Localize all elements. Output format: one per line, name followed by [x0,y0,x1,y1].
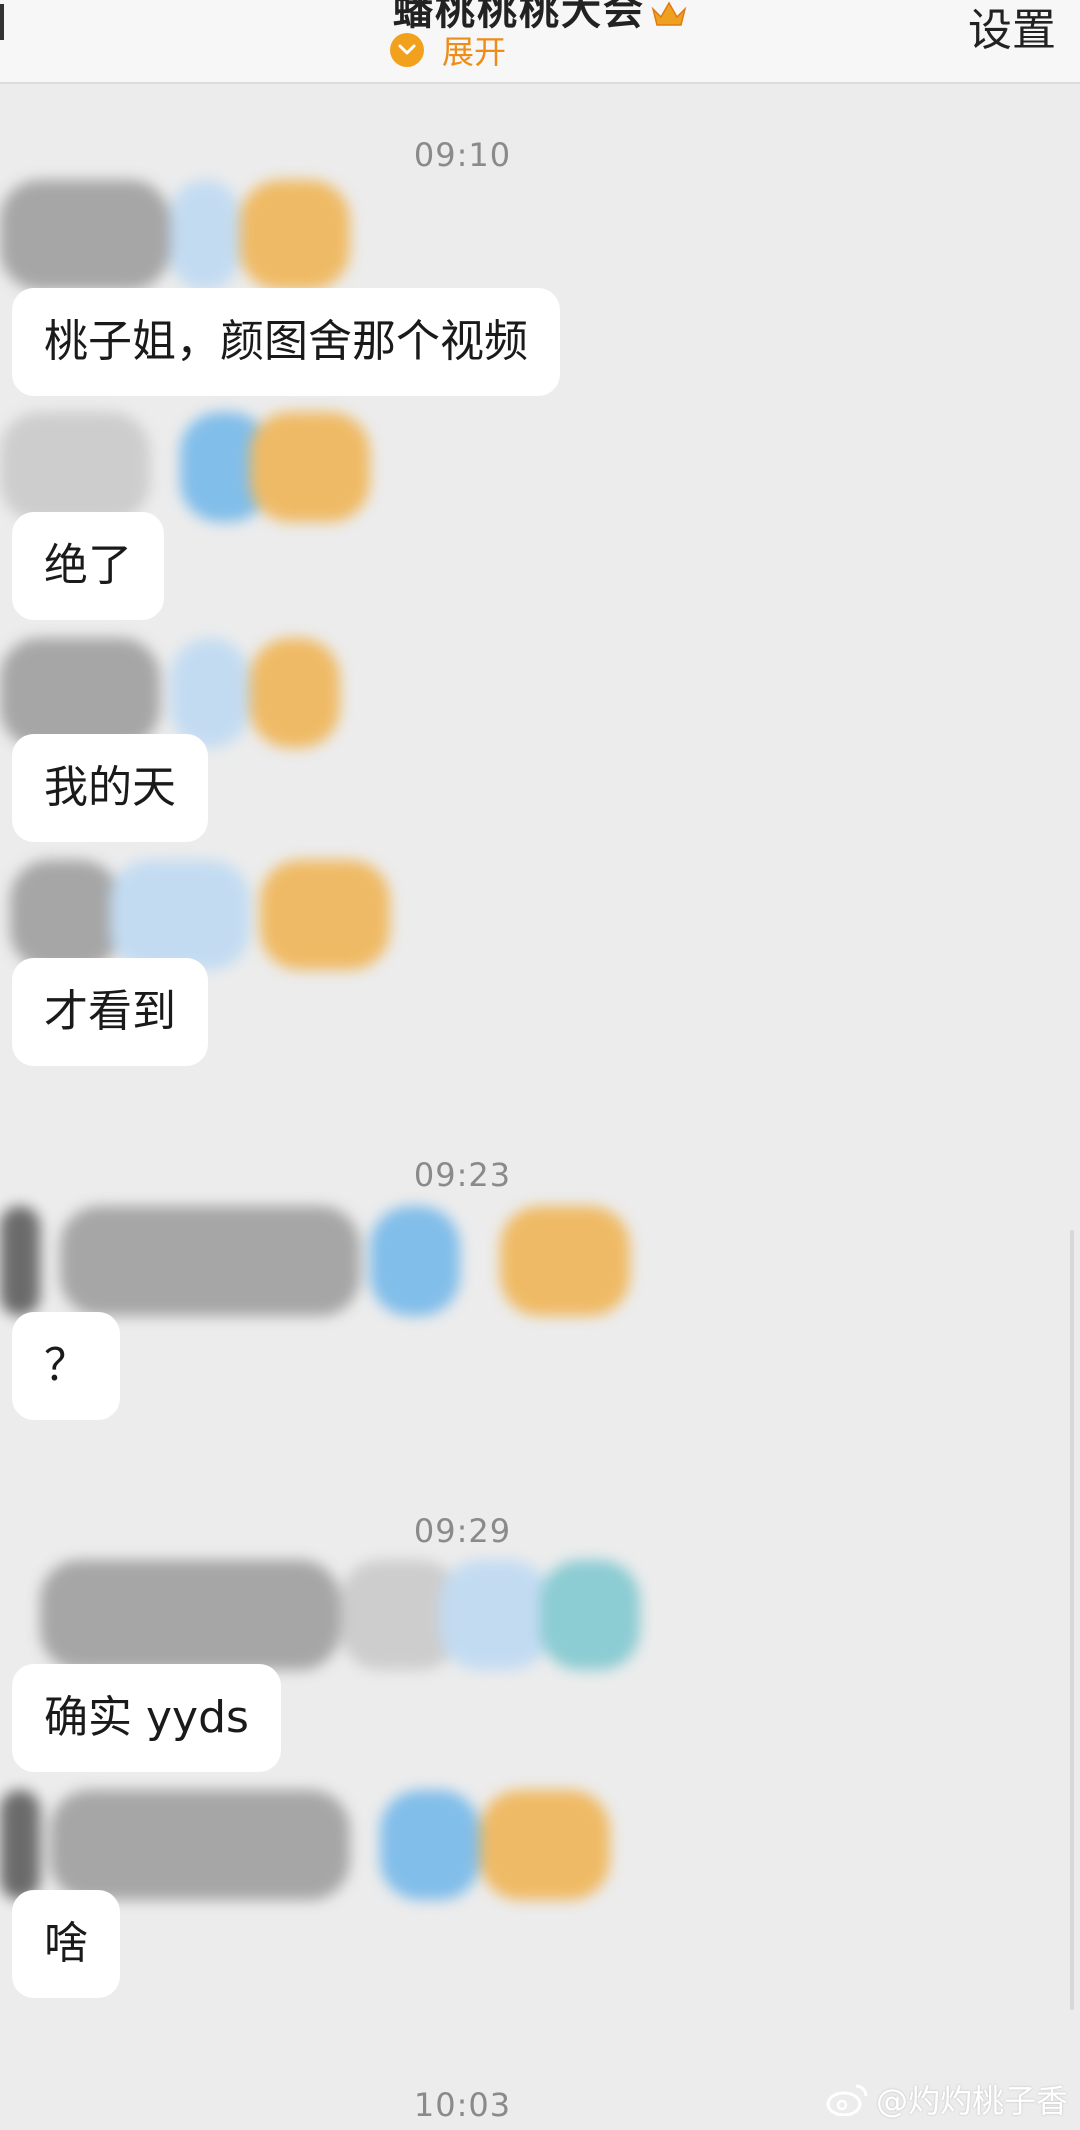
sender-name-redacted [0,638,360,748]
timestamp: 10:03 [413,2086,512,2124]
sender-name-redacted [0,412,380,522]
sender-name-redacted [0,1790,620,1900]
message-bubble[interactable]: 桃子姐，颜图舍那个视频 [12,288,560,396]
chat-header: 蟠桃桃桃大会 展开 设置 [0,0,1080,84]
watermark: @灼灼桃子香 [826,2076,1068,2122]
chevron-down-icon [390,33,424,67]
sender-name-redacted [0,1206,640,1316]
weibo-icon [826,2084,868,2116]
group-title[interactable]: 蟠桃桃桃大会 [0,0,1080,36]
sender-name-redacted [0,860,400,970]
timestamp: 09:29 [413,1512,512,1550]
sender-name-redacted [0,180,380,290]
message-bubble[interactable]: ？ [12,1312,120,1420]
expand-toggle[interactable]: 展开 [390,28,506,72]
timestamp: 09:23 [413,1156,512,1194]
message-bubble[interactable]: 啥 [12,1890,120,1998]
expand-label: 展开 [442,33,507,71]
group-badge-icon [651,1,687,26]
message-bubble[interactable]: 确实 yyds [12,1664,281,1772]
scrollbar[interactable] [1070,1230,1074,2010]
message-bubble[interactable]: 绝了 [12,512,164,620]
settings-button[interactable]: 设置 [968,0,1056,58]
timestamp: 09:10 [413,136,512,174]
message-bubble[interactable]: 我的天 [12,734,208,842]
sender-name-redacted [0,1560,640,1670]
message-bubble[interactable]: 才看到 [12,958,208,1066]
